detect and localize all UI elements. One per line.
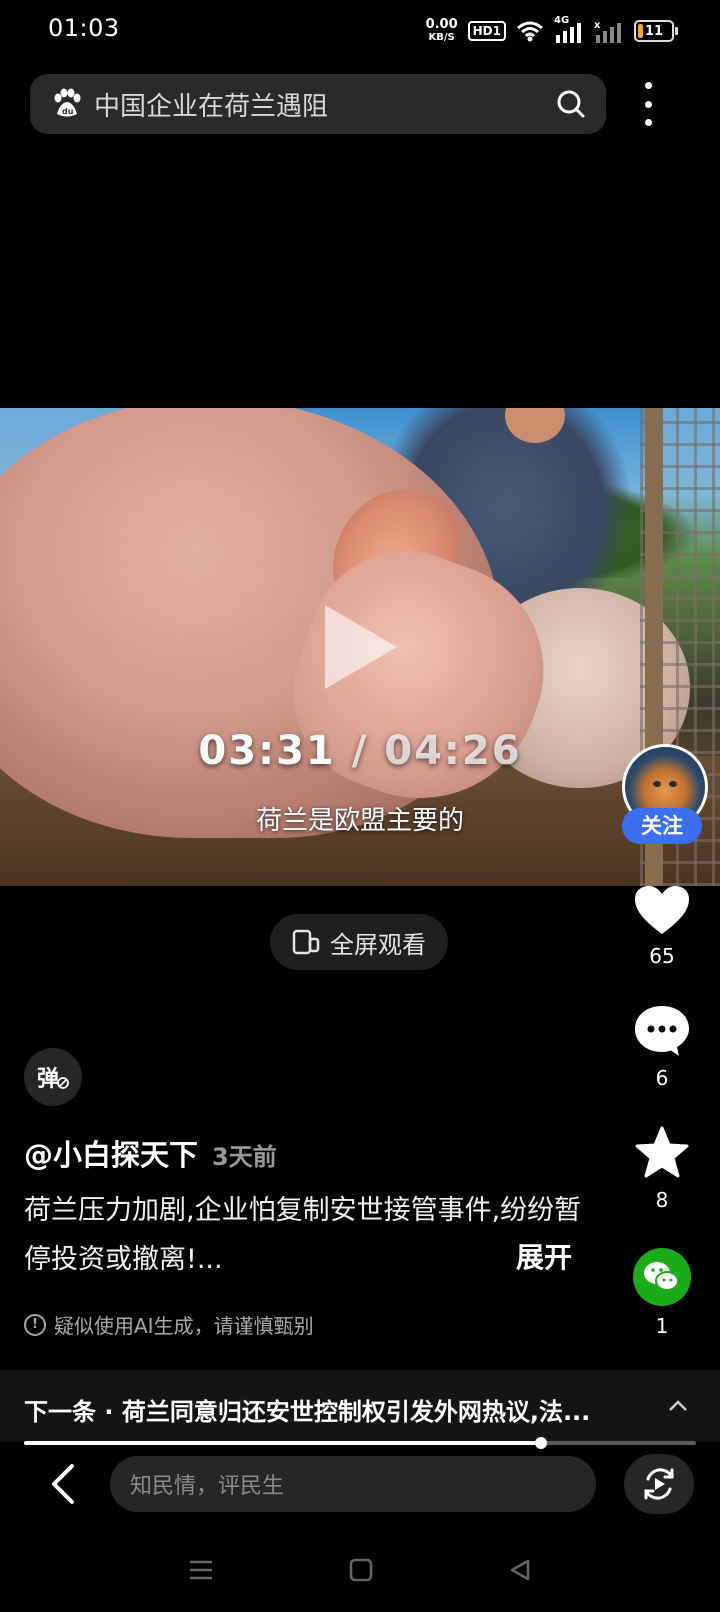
next-video-title[interactable]: 下一条 · 荷兰同意归还安世控制权引发外网热议,法... (24, 1392, 624, 1427)
video-description: 荷兰压力加剧,企业怕复制安世接管事件,纷纷暂停投资或撤离!... (24, 1195, 582, 1275)
menu-icon[interactable] (188, 1559, 214, 1581)
status-time: 01:03 (48, 14, 120, 42)
battery-level: 11 (644, 23, 664, 39)
svg-text:du: du (62, 107, 74, 116)
system-nav-bar (0, 1540, 720, 1600)
signal-4g-icon: 4G (554, 15, 584, 43)
svg-text:x: x (594, 20, 601, 31)
progress-fill (24, 1441, 542, 1445)
danmu-label: 弹 (36, 1067, 59, 1092)
post-time: 3天前 (212, 1143, 277, 1171)
video-timecode: 03:31 / 04:26 (0, 728, 720, 774)
home-icon[interactable] (349, 1558, 373, 1582)
baidu-paw-icon: du (54, 88, 81, 117)
star-icon (635, 1126, 689, 1178)
status-icons: 0.00 KB/S HD1 4G x 11 (426, 14, 678, 48)
search-icon[interactable] (556, 89, 586, 119)
battery-icon: 11 (634, 20, 678, 42)
share-count: 1 (655, 1314, 669, 1338)
signal-sim2-icon: x (594, 20, 621, 43)
author-name[interactable]: @小白探天下 (24, 1132, 198, 1174)
favorite-button[interactable]: 8 (620, 1126, 704, 1212)
warning-icon: ! (24, 1313, 46, 1336)
comment-count: 6 (655, 1066, 669, 1090)
current-time: 03:31 (198, 728, 336, 774)
wechat-icon (633, 1248, 691, 1306)
ai-warning: ! 疑似使用AI生成，请谨慎甄别 (24, 1310, 314, 1339)
video-subtitle: 荷兰是欧盟主要的 (255, 806, 464, 836)
heart-icon (635, 886, 689, 934)
ai-warning-text: 疑似使用AI生成，请谨慎甄别 (54, 1314, 314, 1338)
comment-button[interactable]: 6 (620, 1004, 704, 1090)
wifi-icon (517, 21, 543, 42)
network-speed-unit: KB/S (428, 32, 455, 43)
danmu-toggle[interactable]: 弹 (24, 1048, 82, 1106)
like-count: 65 (649, 944, 675, 968)
network-speed-value: 0.00 (425, 17, 458, 32)
danmu-off-icon (57, 1077, 69, 1089)
replay-icon (644, 1468, 674, 1500)
fullscreen-label: 全屏观看 (330, 930, 426, 959)
play-icon[interactable] (325, 605, 397, 689)
video-progress-bar[interactable] (24, 1437, 696, 1449)
like-button[interactable]: 65 (620, 884, 704, 968)
fullscreen-button[interactable]: 全屏观看 (270, 914, 448, 970)
network-speed: 0.00 KB/S (426, 18, 458, 44)
expand-button[interactable]: 展开 (516, 1236, 572, 1276)
more-options-icon[interactable] (636, 82, 660, 126)
follow-button[interactable]: 关注 (622, 808, 702, 844)
fullscreen-icon (292, 929, 320, 955)
auto-play-button[interactable] (624, 1454, 694, 1514)
time-separator: / (351, 728, 369, 774)
progress-knob[interactable] (535, 1437, 548, 1449)
author-info: @小白探天下 3天前 (24, 1132, 277, 1174)
back-icon[interactable] (44, 1460, 84, 1508)
search-bar[interactable]: du 中国企业在荷兰遇阻 (30, 74, 606, 134)
comment-icon (635, 1006, 689, 1056)
search-query[interactable]: 中国企业在荷兰遇阻 (94, 86, 556, 123)
favorite-count: 8 (655, 1188, 669, 1212)
comment-input[interactable]: 知民情，评民生 (110, 1456, 596, 1512)
total-time: 04:26 (384, 728, 522, 774)
chevron-up-icon[interactable] (668, 1396, 688, 1416)
back-nav-icon[interactable] (508, 1558, 532, 1582)
share-wechat-button[interactable]: 1 (620, 1248, 704, 1338)
hd-icon: HD1 (467, 21, 506, 41)
